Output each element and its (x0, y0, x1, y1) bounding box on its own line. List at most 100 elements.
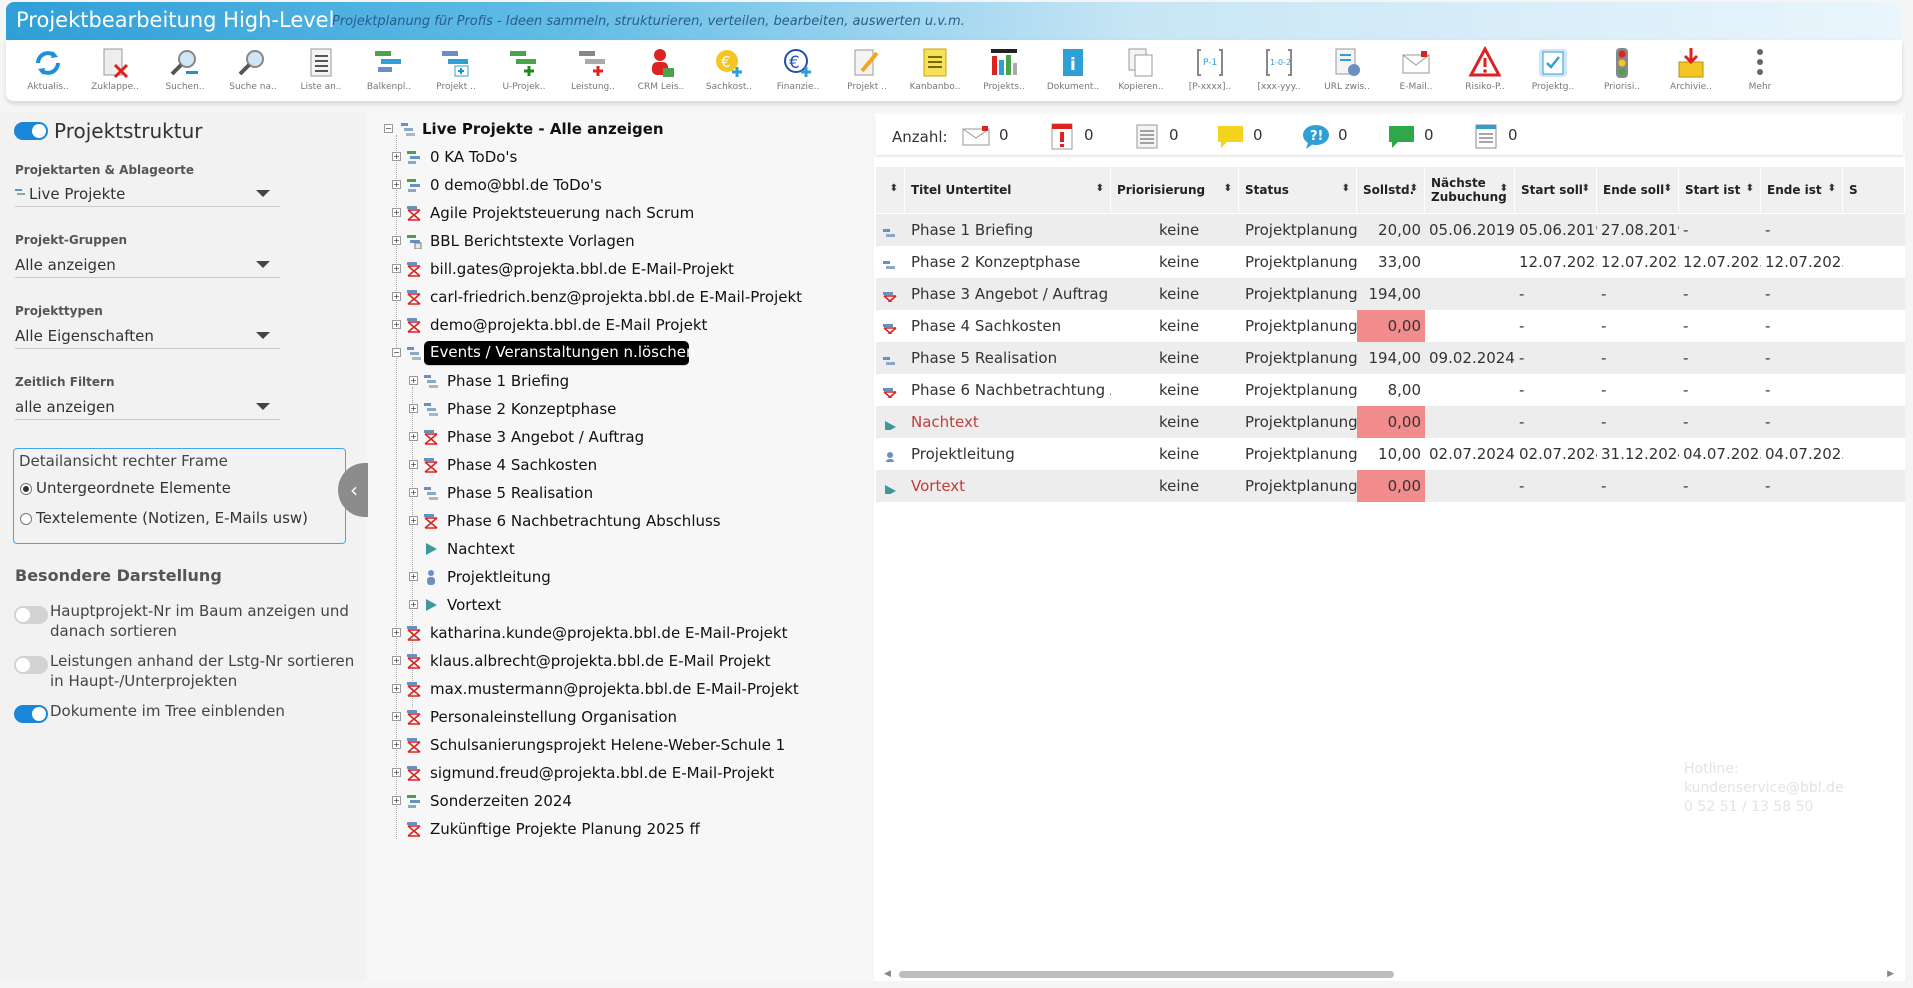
scrollbar-thumb[interactable] (899, 971, 1394, 978)
header-sort-icon[interactable]: ⬍ (876, 167, 905, 213)
expand-icon[interactable]: + (409, 516, 418, 525)
horizontal-scrollbar[interactable]: ◀ ▶ (884, 969, 1894, 979)
toolbar-button-finance[interactable]: € Finanzie.. (766, 46, 830, 98)
table-row[interactable]: Phase 5 Realisation keine Projektplanung 19… (876, 342, 1905, 374)
toolbar-button-search[interactable]: Suchen.. (153, 46, 217, 98)
toolbar-button-collapse-doc[interactable]: Zuklappe.. (83, 46, 147, 98)
expand-icon[interactable]: + (392, 628, 401, 637)
header-status[interactable]: Status ⬍ (1239, 167, 1357, 213)
toolbar-button-project-number[interactable]: P-1 [P-xxxx].. (1178, 46, 1242, 98)
collapse-icon[interactable]: − (392, 348, 401, 357)
expand-icon[interactable]: + (409, 404, 418, 413)
toolbar-button-copy[interactable]: Kopieren.. (1109, 46, 1173, 98)
header-start-soll[interactable]: Start soll ⬍ (1515, 167, 1597, 213)
chevron-down-icon (256, 261, 270, 268)
header-ende-soll[interactable]: Ende soll ⬍ (1597, 167, 1679, 213)
table-row[interactable]: Phase 6 Nachbetrachtung Abschluss keine Pr… (876, 374, 1905, 406)
app-title: Projektbearbeitung High-Level (16, 8, 335, 32)
expand-icon[interactable]: + (392, 768, 401, 777)
cell-ende-soll: 12.07.2023 (1601, 253, 1679, 271)
toolbar-button-more[interactable]: Mehr (1728, 46, 1792, 98)
expand-icon[interactable]: + (392, 208, 401, 217)
collapse-icon[interactable]: − (384, 124, 393, 133)
cell-title: Phase 5 Realisation (911, 349, 1058, 367)
toolbar-button-project-chart[interactable]: Projekts.. (972, 46, 1036, 98)
radio-textelemente-label[interactable]: Textelemente (Notizen, E-Mails usw) (36, 509, 308, 527)
scroll-right-icon[interactable]: ▶ (1887, 969, 1894, 979)
header-start-ist[interactable]: Start ist ⬍ (1679, 167, 1761, 213)
expand-icon[interactable]: + (409, 488, 418, 497)
table-row[interactable]: Phase 4 Sachkosten keine Projektplanung 0,0… (876, 310, 1905, 342)
dokumente-einblenden-toggle[interactable] (14, 705, 48, 723)
sort-icon: ⬍ (889, 183, 898, 194)
select-projekttypen[interactable]: Alle Eigenschaften (15, 324, 280, 349)
radio-untergeordnete-label[interactable]: Untergeordnete Elemente (36, 479, 231, 497)
toolbar-button-search-next[interactable]: Suche na.. (221, 46, 285, 98)
expand-icon[interactable]: + (392, 740, 401, 749)
header-titel[interactable]: Titel Untertitel ⬍ (905, 167, 1111, 213)
toolbar-button-document-info[interactable]: i Dokument.. (1041, 46, 1105, 98)
expand-icon[interactable]: + (392, 796, 401, 805)
toolbar-button-project-goal[interactable]: Projektg.. (1521, 46, 1585, 98)
toolbar-button-url[interactable]: URL zwis.. (1315, 46, 1379, 98)
expand-icon[interactable]: + (392, 656, 401, 665)
toolbar-button-archive[interactable]: Archivie.. (1659, 46, 1723, 98)
radio-textelemente[interactable] (20, 513, 32, 525)
toolbar-button-traffic-light[interactable]: Priorisi.. (1590, 46, 1654, 98)
toolbar-button-project-edit[interactable]: Projekt .. (835, 46, 899, 98)
select-zeitlich-filtern[interactable]: alle anzeigen (15, 395, 280, 420)
toolbar-button-email[interactable]: E-Mail.. (1384, 46, 1448, 98)
toolbar-button-list[interactable]: Liste an.. (289, 46, 353, 98)
expand-icon[interactable]: + (409, 600, 418, 609)
toolbar-button-refresh[interactable]: Aktualis.. (16, 46, 80, 98)
expand-icon[interactable]: + (392, 712, 401, 721)
toolbar-button-project-add[interactable]: Projekt .. (424, 46, 488, 98)
expand-icon[interactable]: + (409, 432, 418, 441)
select-projektarten[interactable]: Live Projekte (15, 182, 280, 207)
cell-prio: keine (1159, 253, 1200, 271)
header-sollstd[interactable]: Sollstd. ⬍ (1357, 167, 1425, 213)
header-naechste-zubuchung[interactable]: Nächste Zubuchung ⬍ (1425, 167, 1515, 213)
toolbar-button-crm[interactable]: CRM Leis.. (629, 46, 693, 98)
expand-icon[interactable]: + (392, 684, 401, 693)
expand-icon[interactable]: + (392, 320, 401, 329)
project-add-icon (424, 46, 488, 80)
expand-icon[interactable]: + (409, 572, 418, 581)
besondere-darstellung-title: Besondere Darstellung (15, 566, 222, 585)
gantt-icon (406, 149, 422, 165)
table-row[interactable]: Projektleitung keine Projektplanung 10,00 02… (876, 438, 1905, 470)
table-row[interactable]: Phase 3 Angebot / Auftrag keine Projektpla… (876, 278, 1905, 310)
table-row[interactable]: Vortext keine Projektplanung 0,00 - - - - (876, 470, 1905, 502)
toolbar-button-kanban[interactable]: Kanbanbo.. (903, 46, 967, 98)
header-priorisierung[interactable]: Priorisierung ⬍ (1111, 167, 1239, 213)
toolbar-button-numbering[interactable]: 1-0-2 [xxx-yyy.. (1247, 46, 1311, 98)
select-projektgruppen[interactable]: Alle anzeigen (15, 253, 280, 278)
leistungen-sortieren-toggle[interactable] (14, 656, 48, 674)
toolbar-button-gantt[interactable]: Balkenpl.. (357, 46, 421, 98)
hourglass-icon (882, 318, 902, 334)
projektstruktur-toggle[interactable] (14, 122, 48, 140)
expand-icon[interactable]: + (409, 376, 418, 385)
toolbar-button-material-cost[interactable]: € Sachkost.. (697, 46, 761, 98)
hauptprojekt-nr-toggle[interactable] (14, 606, 48, 624)
expand-icon[interactable]: + (392, 152, 401, 161)
expand-icon[interactable]: + (392, 236, 401, 245)
header-extra[interactable]: S (1843, 167, 1905, 213)
expand-icon[interactable]: + (392, 292, 401, 301)
expand-icon[interactable]: + (409, 460, 418, 469)
toolbar-button-subproject-add[interactable]: U-Projek.. (492, 46, 556, 98)
table-row[interactable]: Phase 1 Briefing keine Projektplanung 20,00… (876, 214, 1905, 246)
toolbar-button-risk[interactable]: Risiko-P.. (1453, 46, 1517, 98)
radio-untergeordnete[interactable] (20, 483, 32, 495)
table-row[interactable]: Phase 2 Konzeptphase keine Projektplanung 3… (876, 246, 1905, 278)
toolbar-button-service-add[interactable]: Leistung.. (561, 46, 625, 98)
tree-item-label: Agile Projektsteuerung nach Scrum (430, 204, 695, 222)
scroll-left-icon[interactable]: ◀ (884, 969, 891, 979)
table-row[interactable]: Nachtext keine Projektplanung 0,00 - - - - (876, 406, 1905, 438)
refresh-icon (16, 46, 80, 80)
expand-icon[interactable]: + (392, 180, 401, 189)
toolbar-label: Zuklappe.. (91, 82, 139, 92)
expand-icon[interactable]: + (392, 264, 401, 273)
header-ende-ist[interactable]: Ende ist ⬍ (1761, 167, 1843, 213)
cell-start-soll: 12.07.2023 (1519, 253, 1597, 271)
